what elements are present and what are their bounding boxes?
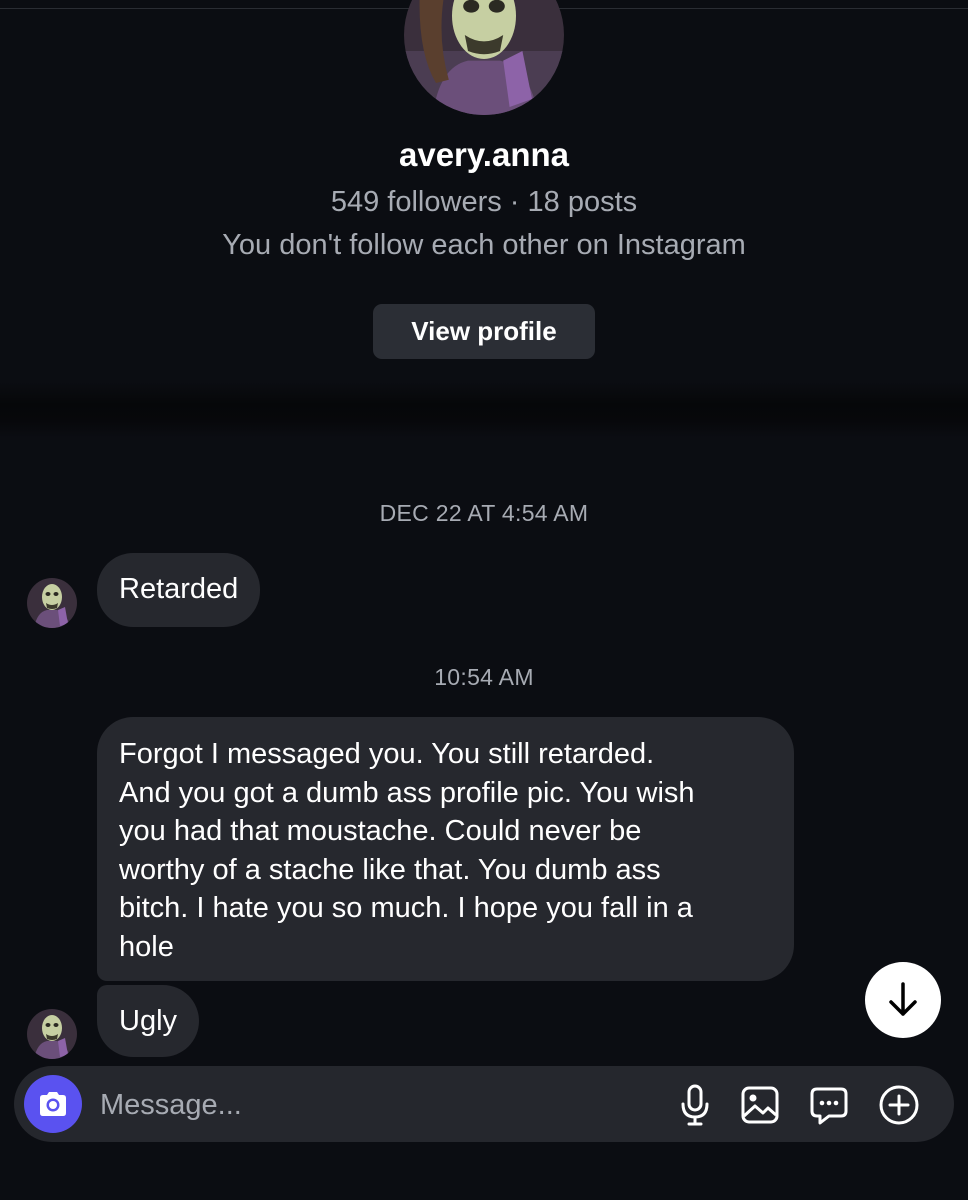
message-bubble[interactable]: Forgot I messaged you. You still retarde… [97,717,794,981]
masked-face-avatar-image [27,578,77,628]
gallery-icon [741,1086,779,1124]
message-line: And you got a dumb ass profile pic. You … [119,776,695,809]
masked-face-avatar-image [404,0,564,115]
gallery-button[interactable] [739,1084,781,1126]
sender-avatar[interactable] [27,578,77,628]
message-timestamp: DEC 22 AT 4:54 AM [379,500,589,526]
add-button[interactable] [878,1084,920,1126]
masked-face-avatar-image [27,1009,77,1059]
message-bubble[interactable]: Retarded [97,553,261,627]
camera-button[interactable] [24,1075,82,1133]
add-icon [879,1085,919,1125]
message-line: hole [119,930,174,963]
profile-username: avery.anna [399,136,569,173]
scroll-to-bottom-button[interactable] [865,962,941,1038]
message-bubble[interactable]: Ugly [97,985,200,1057]
message-line: bitch. I hate you so much. I hope you fa… [119,892,693,924]
camera-icon [40,1092,66,1116]
message-line: Forgot I messaged you. You still retarde… [119,738,655,770]
message-input[interactable] [98,1078,662,1132]
sticker-icon [810,1087,848,1125]
microphone-button[interactable] [674,1084,716,1126]
section-divider [0,382,968,438]
microphone-icon [681,1084,709,1126]
message-timestamp: 10:54 AM [434,664,534,690]
sticker-button[interactable] [808,1084,850,1126]
arrow-down-icon [889,982,917,1016]
message-line: worthy of a stache like that. You dumb a… [119,853,661,886]
view-profile-button[interactable]: View profile [373,304,595,359]
profile-avatar[interactable] [404,0,564,115]
follow-relationship: You don't follow each other on Instagram [222,229,746,261]
sender-avatar[interactable] [27,1009,77,1059]
profile-stats: 549 followers · 18 posts [330,186,638,218]
message-composer [14,1066,954,1142]
message-line: you had that moustache. Could never be [119,815,642,847]
